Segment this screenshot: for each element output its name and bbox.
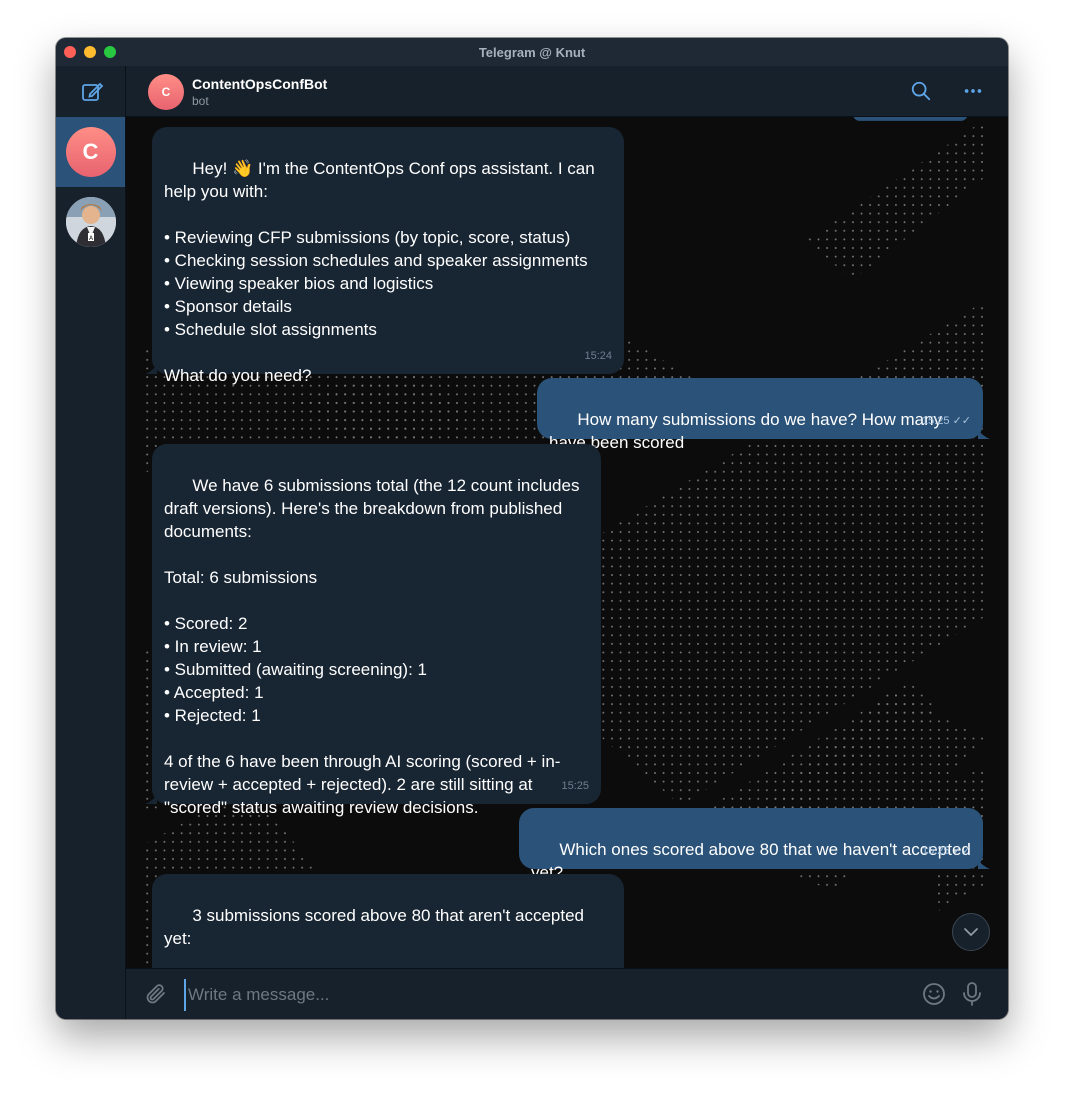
scroll-to-bottom-button[interactable] — [952, 913, 990, 951]
traffic-lights — [64, 46, 116, 58]
message-text: Hey! 👋 I'm the ContentOps Conf ops assis… — [164, 159, 595, 385]
message-bubble-incoming[interactable]: Hey! 👋 I'm the ContentOps Conf ops assis… — [145, 127, 624, 385]
zoom-window-button[interactable] — [104, 46, 116, 58]
close-window-button[interactable] — [64, 46, 76, 58]
sidebar-chat-second[interactable]: A — [56, 187, 125, 257]
message-input[interactable] — [184, 979, 840, 1011]
message-time: 15:24 — [584, 350, 612, 362]
message-text: We have 6 submissions total (the 12 coun… — [164, 476, 580, 817]
message-time: 15:25 ✓✓ — [921, 845, 971, 857]
window-title: Telegram @ Knut — [478, 44, 586, 60]
chat-status: bot — [192, 94, 209, 108]
message-bubble-outgoing[interactable]: Which ones scored above 80 that we haven… — [519, 808, 990, 882]
more-options-icon[interactable] — [962, 80, 984, 102]
message-history[interactable]: Hey! 👋 I'm the ContentOps Conf ops assis… — [126, 117, 1008, 969]
double-check-icon: ✓✓ — [952, 845, 971, 857]
header-avatar[interactable]: C — [148, 74, 184, 110]
message-bubble-incoming[interactable]: 3 submissions scored above 80 that aren'… — [152, 874, 624, 969]
emoji-icon[interactable] — [922, 982, 946, 1006]
chevron-down-icon — [964, 928, 978, 937]
search-icon[interactable] — [910, 80, 932, 102]
title-bar: Telegram @ Knut — [56, 38, 1008, 66]
message-time: 15:25 ✓✓ — [921, 415, 971, 427]
message-bubble-incoming[interactable]: We have 6 submissions total (the 12 coun… — [145, 444, 601, 817]
message-bubble-outgoing[interactable]: How many submissions do we have? How man… — [537, 378, 990, 452]
sidebar-chat-contentopsconfbot[interactable]: C — [56, 117, 125, 187]
double-check-icon: ✓✓ — [952, 415, 971, 427]
minimize-window-button[interactable] — [84, 46, 96, 58]
chat-sidebar: C A — [56, 66, 126, 1019]
profile-photo-avatar: A — [65, 197, 116, 247]
compose-icon[interactable] — [80, 80, 104, 104]
chat-name[interactable]: ContentOpsConfBot — [192, 76, 327, 92]
message-composer — [126, 968, 1008, 1019]
message-time: 15:25 — [561, 780, 589, 792]
microphone-icon[interactable] — [960, 981, 984, 1007]
chat-avatar: C — [65, 127, 116, 177]
chat-header: C ContentOpsConfBot bot — [126, 66, 1008, 117]
message-text: 3 submissions scored above 80 that aren'… — [164, 906, 584, 948]
telegram-window: Telegram @ Knut C A C ContentOpsConfBot … — [56, 38, 1008, 1019]
paperclip-icon[interactable] — [144, 982, 168, 1006]
